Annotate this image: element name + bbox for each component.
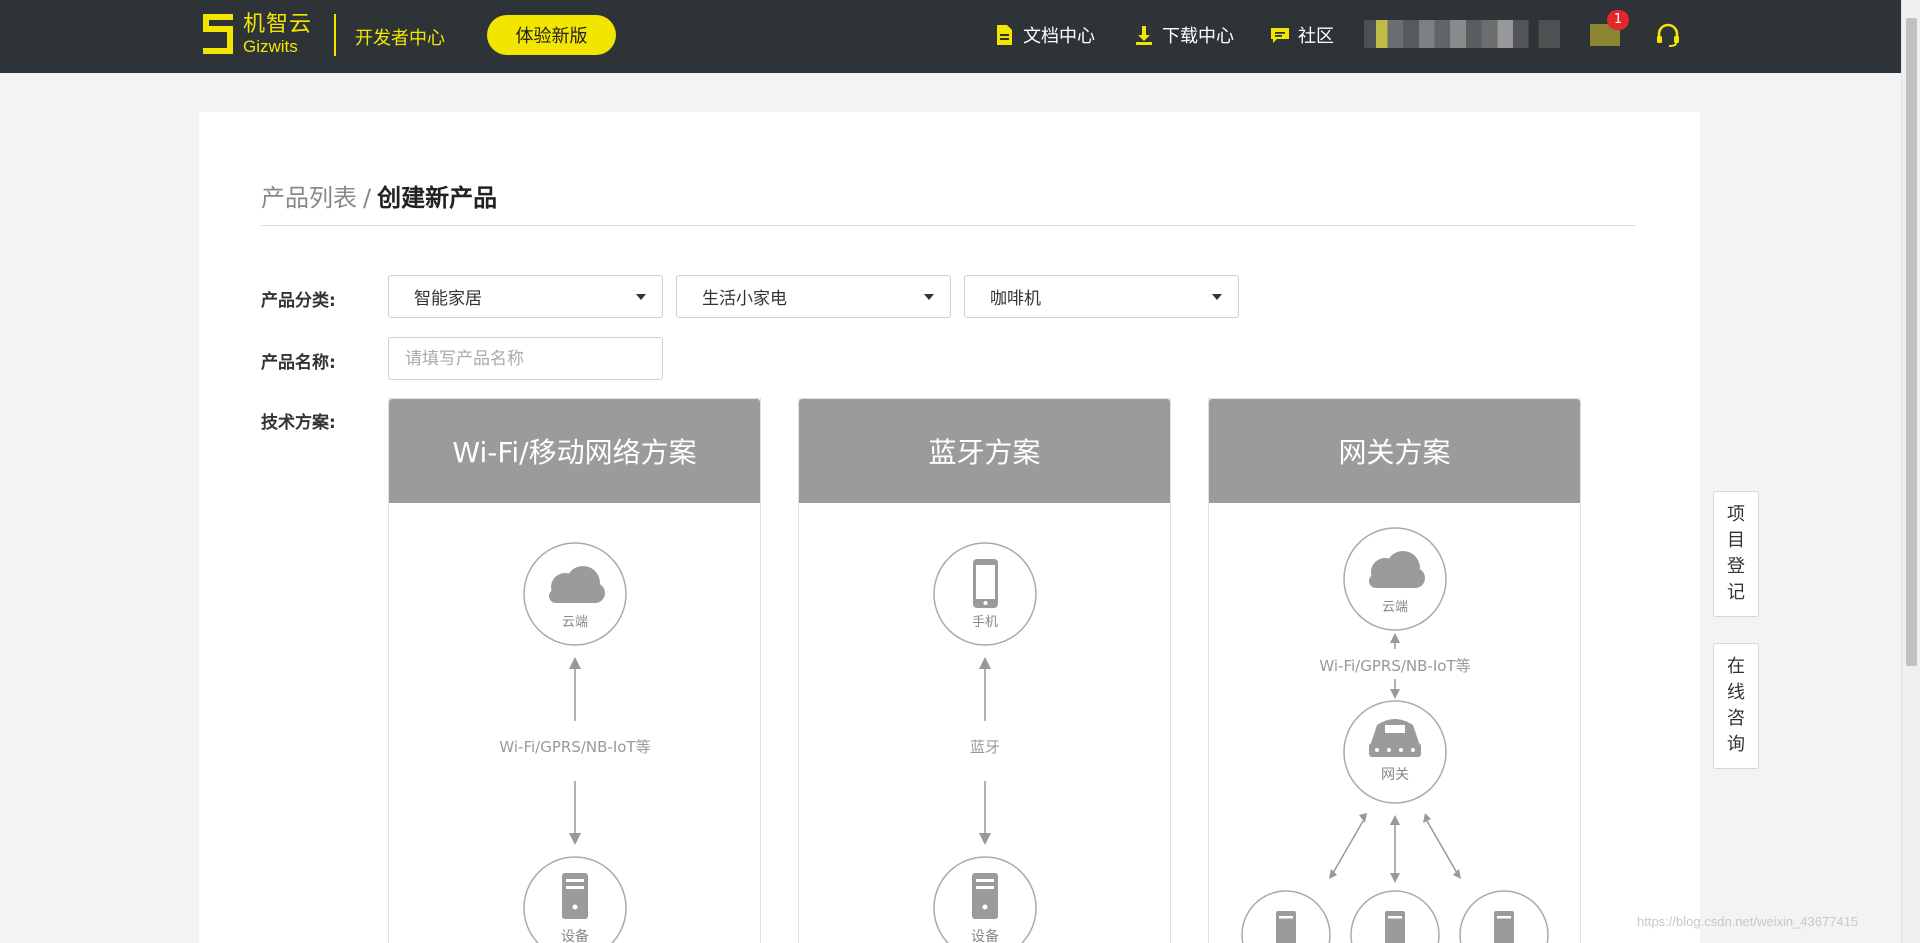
online-consult-tab[interactable]: 在线咨询: [1713, 643, 1759, 769]
breadcrumb: 产品列表 / 创建新产品: [261, 178, 497, 213]
device-node: 设备: [523, 856, 627, 943]
logo-mark-icon: [199, 12, 237, 56]
scrollbar-thumb[interactable]: [1906, 18, 1917, 666]
download-icon: [1134, 24, 1154, 46]
nav-docs-label: 文档中心: [1023, 26, 1095, 47]
nav-download-center[interactable]: 下载中心: [1134, 22, 1234, 48]
arrow-up-icon: [569, 657, 581, 721]
sub-device-node-right: [1459, 890, 1549, 943]
caret-down-icon: [1212, 294, 1222, 300]
link-label: 蓝牙: [970, 738, 1000, 756]
plan-bluetooth-diagram: 手机 蓝牙 设备: [799, 503, 1170, 943]
logo-english-text: Gizwits: [243, 36, 298, 56]
plan-gateway[interactable]: 网关方案 云端 Wi-Fi/GPRS/NB-IoT等 网关: [1208, 398, 1581, 943]
category-select-level2[interactable]: 生活小家电: [676, 275, 951, 318]
user-account-blurred[interactable]: [1364, 20, 1560, 48]
online-consult-label: 在线咨询: [1727, 656, 1745, 755]
nav-download-label: 下载中心: [1162, 26, 1234, 47]
developer-center-link[interactable]: 开发者中心: [355, 24, 445, 50]
message-count-badge: 1: [1607, 10, 1629, 30]
arrow-down-icon: [569, 781, 581, 845]
tech-solution-label: 技术方案:: [261, 413, 336, 433]
sub-device-node-left: [1241, 890, 1331, 943]
caret-down-icon: [636, 294, 646, 300]
phone-node: 手机: [933, 542, 1037, 646]
server-icon: [562, 873, 588, 919]
caret-down-icon: [924, 294, 934, 300]
arrow-up-icon: [1390, 633, 1400, 649]
plan-wifi-mobile[interactable]: Wi-Fi/移动网络方案 云端 Wi-Fi/GPRS/NB-IoT等 设备: [388, 398, 761, 943]
cloud-node: 云端: [523, 542, 627, 646]
sub-device-node-center: [1350, 890, 1440, 943]
plan-wifi-diagram: 云端 Wi-Fi/GPRS/NB-IoT等 设备: [389, 503, 760, 943]
nav-docs-center[interactable]: 文档中心: [995, 22, 1095, 48]
watermark-text: https://blog.csdn.net/weixin_43677415: [1637, 914, 1859, 929]
arrow-bidirectional-icon: [1329, 813, 1461, 883]
create-product-card: 产品列表/创建新产品 产品分类: 智能家居 生活小家电 咖啡机 产品名称: 技术…: [199, 112, 1700, 943]
headset-icon[interactable]: [1655, 23, 1681, 47]
gateway-node-label: 网关: [1381, 767, 1409, 783]
plan-bluetooth[interactable]: 蓝牙方案 手机 蓝牙 设备: [798, 398, 1171, 943]
breadcrumb-separator: /: [363, 184, 372, 212]
link-label: Wi-Fi/GPRS/NB-IoT等: [1319, 657, 1470, 675]
title-divider: [261, 225, 1636, 226]
plan-gateway-diagram: 云端 Wi-Fi/GPRS/NB-IoT等 网关: [1209, 503, 1580, 943]
plan-wifi-title: Wi-Fi/移动网络方案: [389, 399, 760, 503]
device-node-label: 设备: [971, 928, 999, 943]
cloud-node: 云端: [1343, 527, 1447, 631]
server-icon: [972, 873, 998, 919]
vertical-scrollbar[interactable]: [1901, 0, 1920, 943]
device-node: 设备: [933, 856, 1037, 943]
plan-bluetooth-title: 蓝牙方案: [799, 399, 1170, 503]
cloud-node-label: 云端: [562, 615, 588, 630]
breadcrumb-product-list[interactable]: 产品列表: [261, 184, 357, 212]
category-select-level1[interactable]: 智能家居: [388, 275, 663, 318]
arrow-down-icon: [979, 781, 991, 845]
chat-icon: [1270, 24, 1290, 46]
category-label: 产品分类:: [261, 291, 336, 311]
breadcrumb-current: 创建新产品: [377, 184, 498, 212]
category-level2-value: 生活小家电: [702, 289, 787, 309]
phone-icon: [973, 559, 998, 608]
category-level3-value: 咖啡机: [990, 289, 1041, 309]
nav-community[interactable]: 社区: [1270, 22, 1334, 48]
product-name-label: 产品名称:: [261, 353, 336, 373]
project-register-label: 项目登记: [1727, 504, 1745, 603]
logo-chinese-text: 机智云: [243, 11, 313, 37]
project-register-tab[interactable]: 项目登记: [1713, 491, 1759, 617]
product-name-input[interactable]: [388, 337, 663, 380]
document-icon: [995, 24, 1015, 46]
try-new-version-button[interactable]: 体验新版: [487, 15, 616, 55]
cloud-node-label: 云端: [1382, 600, 1408, 615]
arrow-up-icon: [979, 657, 991, 721]
gateway-node: 网关: [1343, 700, 1447, 804]
gizwits-logo[interactable]: 机智云 Gizwits: [199, 12, 312, 56]
logo-divider: [334, 14, 336, 56]
device-node-label: 设备: [561, 928, 589, 943]
arrow-down-icon: [1390, 679, 1400, 699]
link-label: Wi-Fi/GPRS/NB-IoT等: [499, 738, 650, 756]
top-navbar: 机智云 Gizwits 开发者中心 体验新版 文档中心 下载中心 社区 1: [0, 0, 1901, 73]
nav-community-label: 社区: [1298, 26, 1334, 47]
category-select-level3[interactable]: 咖啡机: [964, 275, 1239, 318]
plan-gateway-title: 网关方案: [1209, 399, 1580, 503]
phone-node-label: 手机: [972, 615, 998, 630]
category-level1-value: 智能家居: [414, 289, 482, 309]
